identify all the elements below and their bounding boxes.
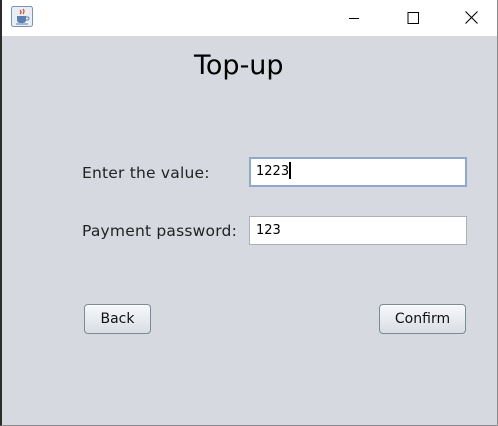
value-input[interactable]: 1223 [249, 157, 467, 187]
maximize-button[interactable] [390, 0, 436, 35]
minimize-button[interactable] [331, 0, 377, 35]
confirm-button[interactable]: Confirm [379, 304, 466, 334]
close-button[interactable] [448, 0, 494, 35]
minimize-icon [349, 17, 359, 19]
title-bar[interactable] [2, 0, 497, 35]
value-input-text: 1223 [256, 164, 290, 179]
close-icon [464, 11, 478, 24]
value-label: Enter the value: [82, 164, 210, 182]
back-button[interactable]: Back [84, 304, 151, 334]
maximize-icon [407, 11, 419, 24]
page-title: Top-up [194, 50, 284, 81]
payment-password-label: Payment password: [82, 222, 237, 240]
payment-password-input[interactable]: 123 [249, 216, 467, 245]
content-panel: Top-up Enter the value: 1223 Payment pas… [2, 36, 497, 425]
text-caret [289, 162, 291, 179]
topup-window: Top-up Enter the value: 1223 Payment pas… [0, 0, 498, 426]
payment-password-input-text: 123 [256, 223, 281, 238]
java-cup-icon[interactable] [11, 6, 33, 27]
